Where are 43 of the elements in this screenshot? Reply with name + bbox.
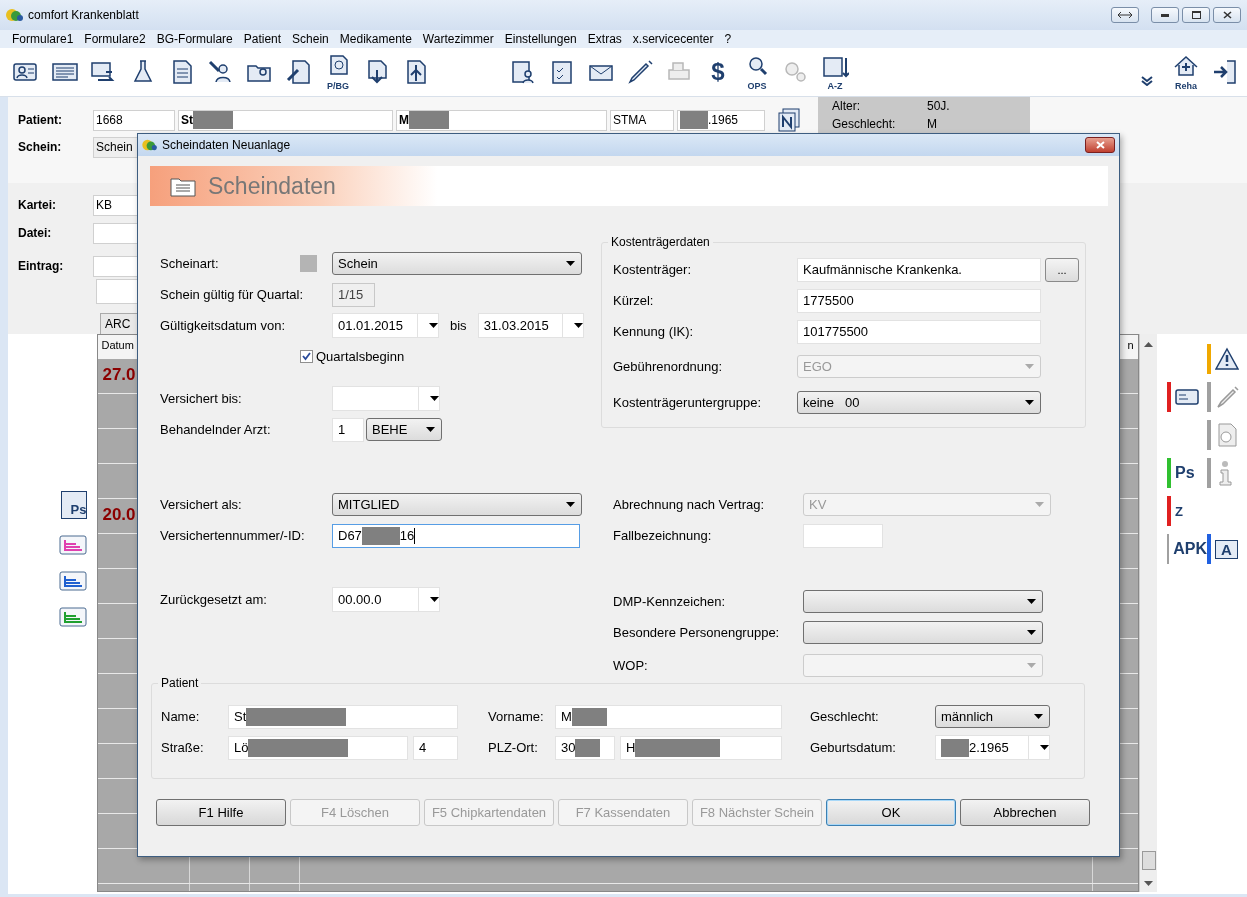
field-label: Straße: [161, 740, 205, 755]
field-label: Geschlecht: [810, 709, 880, 724]
group-title: Kostenträgerdaten [608, 235, 713, 249]
info-value: 50J. [927, 99, 951, 115]
field-label: Patient: [18, 113, 63, 127]
date-cell-text: 20.0 [101, 504, 137, 526]
field-label: Abrechnung nach Vertrag: [613, 497, 766, 512]
field-label: Kartei: [18, 198, 57, 212]
field-label: Versichert bis: [160, 391, 243, 406]
dialog-heading: Scheindaten [208, 172, 336, 200]
field-label: Scheinart: [160, 256, 220, 271]
field-label: Schein: [18, 140, 63, 154]
field-label: PLZ-Ort: [488, 740, 539, 755]
window-title: comfort Krankenblatt [28, 8, 139, 22]
checkbox-label: Quartalsbeginn [316, 349, 405, 364]
info-value: M [927, 117, 938, 133]
field-label: WOP: [613, 658, 649, 673]
field-label: Kostenträgeruntergruppe: [613, 395, 763, 410]
field-label: Kürzel: [613, 293, 655, 308]
date-cell-text: 27.0 [101, 364, 137, 386]
field-label: Besondere Personengruppe: [613, 625, 781, 640]
quarter-field: 1/15 [332, 282, 375, 307]
field-label: Schein gültig für Quartal: [160, 287, 305, 302]
field-label: DMP-Kennzeichen: [613, 594, 726, 609]
info-label: Alter: [832, 99, 861, 115]
field-label: Vorname: [488, 709, 545, 724]
field-label: Kennung (IK): [613, 324, 695, 339]
field-label: Behandelnder Arzt: [160, 422, 272, 437]
info-label: Geschlecht: [832, 117, 897, 133]
field-label: Geburtsdatum: [810, 740, 897, 755]
field-label: Fallbezeichnung: [613, 528, 713, 543]
field-label: Gebührenordnung: [613, 359, 724, 374]
group-title: Patient [158, 676, 202, 690]
field-label: Kostenträger: [613, 262, 693, 277]
field-label: Datei: [18, 226, 53, 240]
column-header: n [1126, 338, 1135, 353]
field-label: Name: [161, 709, 201, 724]
field-label: Eintrag: [18, 259, 65, 273]
range-label: bis [450, 318, 467, 333]
field-label: Zurückgesetzt am: [160, 592, 268, 607]
field-label: Versichertennummer/-ID: [160, 528, 306, 543]
column-header: Datum [100, 338, 135, 353]
field-label: Versichert als: [160, 497, 243, 512]
